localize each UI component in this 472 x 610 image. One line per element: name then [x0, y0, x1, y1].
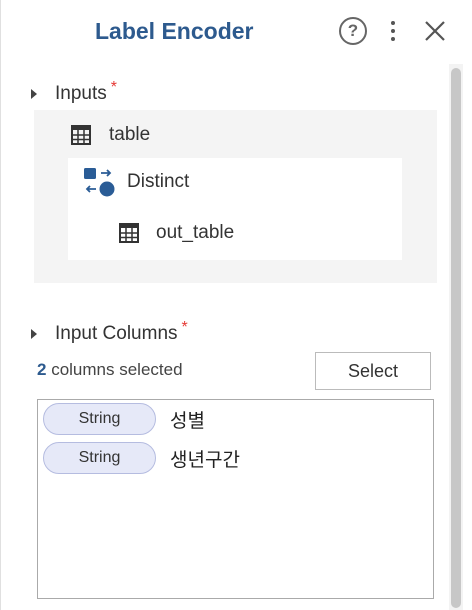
expand-caret-icon [31, 329, 37, 339]
input-columns-label: Input Columns [55, 323, 178, 344]
distinct-transform-icon [83, 167, 115, 197]
column-type-badge: String [43, 403, 156, 435]
selected-columns-list[interactable]: String 성별 String 생년구간 [37, 399, 434, 599]
distinct-node[interactable]: Distinct [83, 167, 189, 197]
panel-header: Label Encoder ? [1, 0, 472, 62]
input-table-label: table [109, 124, 151, 145]
vertical-scrollbar[interactable] [449, 64, 463, 610]
input-columns-section-toggle[interactable]: Input Columns * [31, 319, 188, 346]
label-encoder-panel: Label Encoder ? Inputs * table Distinct … [0, 0, 472, 610]
inputs-label: Inputs [55, 83, 107, 104]
selected-count: 2 [37, 360, 47, 379]
list-item[interactable]: String 생년구간 [43, 442, 240, 474]
expand-caret-icon [31, 89, 37, 99]
column-type-badge: String [43, 442, 156, 474]
required-marker: * [110, 79, 117, 96]
column-name: 성별 [170, 409, 205, 432]
inputs-section-toggle[interactable]: Inputs * [31, 79, 117, 106]
column-name: 생년구간 [170, 448, 240, 471]
table-icon [119, 223, 139, 243]
list-item[interactable]: String 성별 [43, 403, 205, 435]
close-icon[interactable] [421, 16, 449, 46]
output-table-node[interactable]: out_table [119, 222, 234, 244]
input-table-node[interactable]: table [71, 124, 150, 146]
required-marker: * [181, 319, 188, 336]
table-icon [71, 125, 91, 145]
selected-count-text: columns selected [51, 360, 183, 379]
help-icon[interactable]: ? [339, 17, 367, 45]
panel-title: Label Encoder [95, 18, 254, 44]
distinct-node-label: Distinct [127, 171, 190, 192]
select-columns-button[interactable]: Select [315, 352, 431, 390]
output-table-label: out_table [156, 222, 235, 243]
selected-columns-summary: 2 columns selected [37, 360, 183, 380]
scrollbar-thumb[interactable] [451, 68, 461, 608]
more-menu-icon[interactable] [385, 16, 401, 46]
